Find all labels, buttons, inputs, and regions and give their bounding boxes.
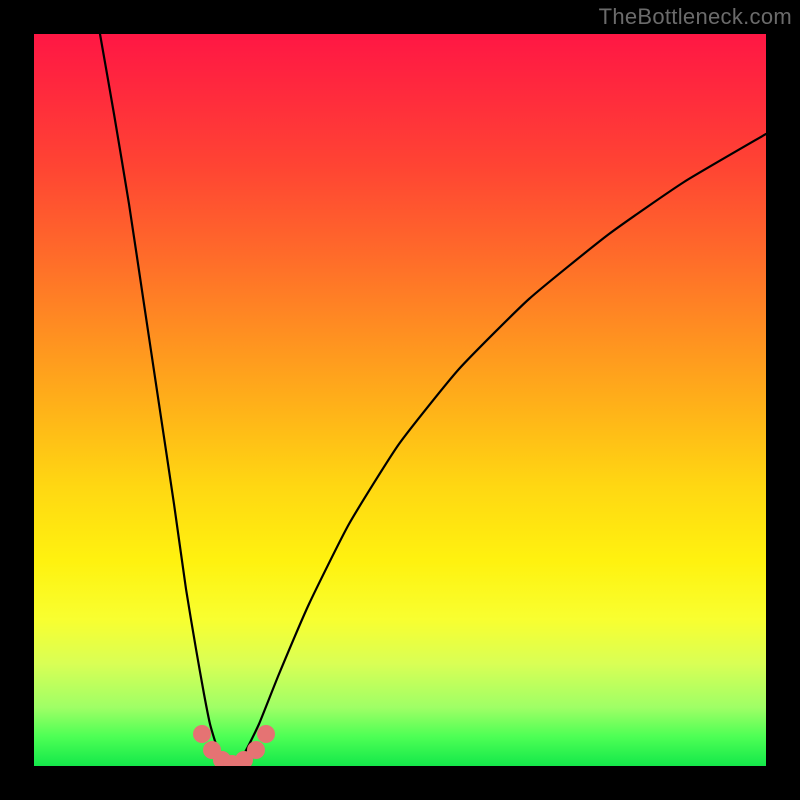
plot-area: [34, 34, 766, 766]
trough-dot: [193, 725, 211, 743]
left-branch-curve: [100, 34, 234, 765]
trough-dot: [247, 741, 265, 759]
trough-dot: [257, 725, 275, 743]
chart-frame: TheBottleneck.com: [0, 0, 800, 800]
trough-dots-group: [193, 725, 275, 766]
right-branch-curve: [234, 134, 766, 765]
watermark-text: TheBottleneck.com: [599, 4, 792, 30]
curve-layer: [34, 34, 766, 766]
